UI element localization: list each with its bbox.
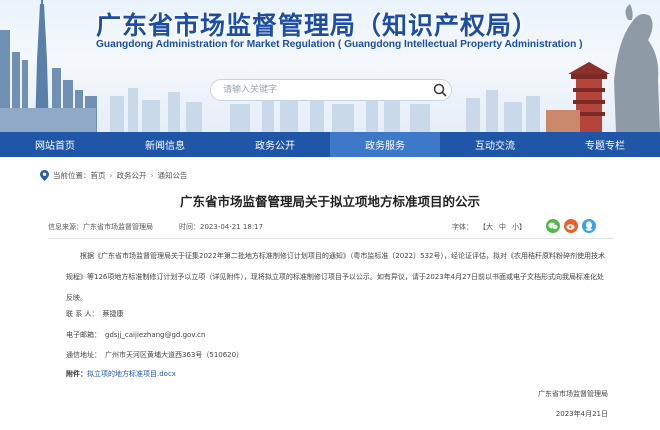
attachment-line: 附件：拟立项的地方标准项目.docx <box>66 369 176 383</box>
nav-item-special-topics[interactable]: 专题专栏 <box>550 132 660 157</box>
nav-item-interaction[interactable]: 互动交流 <box>440 132 550 157</box>
meta-divider <box>48 238 614 239</box>
font-size-label: 字体： <box>452 223 473 231</box>
site-header: 广东省市场监督管理局（知识产权局） Guangdong Administrati… <box>0 0 660 132</box>
email-label: 电子邮箱： <box>66 331 101 339</box>
location-icon <box>40 169 49 181</box>
attachment-label: 附件： <box>66 370 87 378</box>
article-title: 广东省市场监督管理局关于拟立项地方标准项目的公示 <box>179 194 480 209</box>
article-meta: 信息来源： 广东省市场监督管理局 时间： 2023-04-21 18:17 <box>48 220 618 234</box>
breadcrumb-separator: › <box>109 170 113 180</box>
email-value: gdsjj_caijiezhang@gd.gov.cn <box>105 331 206 339</box>
email-line: 电子邮箱： gdsjj_caijiezhang@gd.gov.cn <box>66 330 205 344</box>
share-icons <box>542 218 596 234</box>
search-icon <box>433 83 447 97</box>
font-size-small[interactable]: 小】 <box>512 222 526 232</box>
search-input[interactable] <box>211 80 429 100</box>
search-button[interactable] <box>429 80 451 100</box>
address-label: 通信地址： <box>66 351 101 359</box>
font-size-medium[interactable]: 中 <box>499 222 506 232</box>
source-label: 信息来源： <box>48 223 83 231</box>
nav-item-home[interactable]: 网站首页 <box>0 132 110 157</box>
search-box <box>210 79 452 101</box>
nav-item-news[interactable]: 新闻信息 <box>110 132 220 157</box>
wechat-icon[interactable] <box>546 219 560 233</box>
site-subtitle: Guangdong Administration for Market Regu… <box>96 39 583 50</box>
address-value: 广州市天河区黄埔大道西363号（510620） <box>105 351 244 359</box>
attachment-link[interactable]: 拟立项的地方标准项目.docx <box>87 370 176 378</box>
font-size-control: 字体： 【大 中 小】 <box>452 220 532 234</box>
nav-item-gov-services[interactable]: 政务服务 <box>330 132 440 157</box>
weibo-icon[interactable] <box>564 219 578 233</box>
signature-org: 广东省市场监督管理局 <box>538 390 608 398</box>
contact-line: 联 系 人： 蔡捷康 <box>66 309 123 323</box>
breadcrumb: 当前位置： 首页 › 政务公开 › 通知公告 <box>40 168 440 182</box>
breadcrumb-home[interactable]: 首页 <box>91 170 106 181</box>
address-line: 通信地址： 广州市天河区黄埔大道西363号（510620） <box>66 350 243 364</box>
date-label: 时间： <box>179 223 200 231</box>
source-value: 广东省市场监督管理局 <box>83 223 153 231</box>
signature-date: 2023年4月21日 <box>555 410 608 418</box>
breadcrumb-prefix: 当前位置： <box>53 170 91 180</box>
site-title: 广东省市场监督管理局（知识产权局） <box>96 11 539 40</box>
breadcrumb-gov-affairs[interactable]: 政务公开 <box>117 170 147 181</box>
nav-item-gov-affairs[interactable]: 政务公开 <box>220 132 330 157</box>
font-size-large[interactable]: 【大 <box>479 222 493 232</box>
breadcrumb-notices[interactable]: 通知公告 <box>158 170 188 181</box>
article-body: 根据《广东省市场监督管理局关于征集2022年第二批地方标准制修订计划项目的通知》… <box>66 252 605 302</box>
date-value: 2023-04-21 18:17 <box>200 223 264 231</box>
main-nav: 网站首页 新闻信息 政务公开 政务服务 互动交流 专题专栏 <box>0 132 660 157</box>
contact-label: 联 系 人： <box>66 310 99 318</box>
contact-value: 蔡捷康 <box>102 310 124 318</box>
qq-icon[interactable] <box>582 219 596 233</box>
breadcrumb-separator: › <box>150 170 154 180</box>
